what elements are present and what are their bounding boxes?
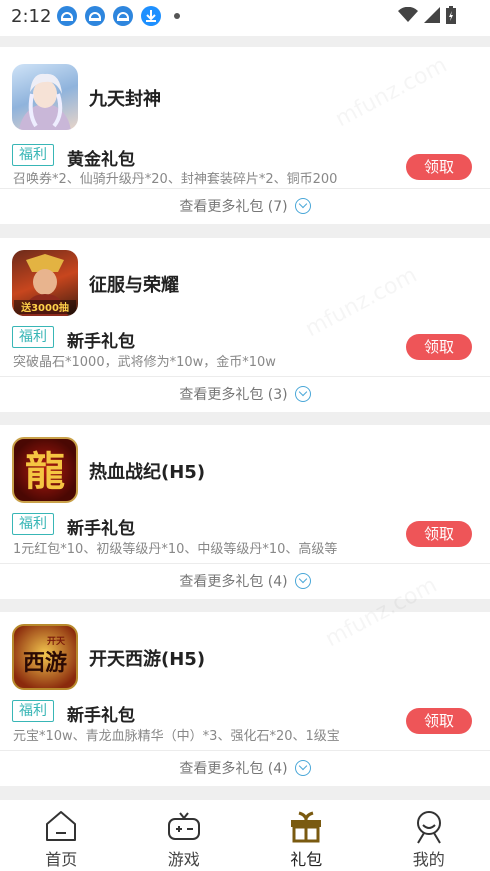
status-bar: 2:12 [0, 0, 490, 36]
gift-title: 新手礼包 [67, 332, 135, 352]
game-name[interactable]: 征服与荣耀 [89, 271, 179, 297]
game-name[interactable]: 开天西游(H5) [89, 645, 205, 671]
gift-card: 龍 热血战纪(H5) 福利 新手礼包 1元红包*10、初级等级丹*10、中级等级… [0, 425, 490, 599]
more-gifts-label: 查看更多礼包 (7) [179, 199, 288, 215]
icon-badge-text: 送3000抽 [20, 301, 69, 314]
more-gifts-link[interactable]: 查看更多礼包 (7) [0, 188, 490, 224]
more-gifts-link[interactable]: 查看更多礼包 (4) [0, 563, 490, 599]
wifi-icon [398, 7, 418, 22]
user-icon [416, 811, 441, 844]
gift-description: 元宝*10w、青龙血脉精华（中）*3、强化石*20、1级宝 [13, 729, 340, 744]
cloud-notification-icon [113, 6, 133, 26]
more-notifications-dot [174, 13, 180, 19]
more-gifts-label: 查看更多礼包 (4) [179, 761, 288, 777]
gift-card: 开天 西游 开天西游(H5) 福利 新手礼包 元宝*10w、青龙血脉精华（中）*… [0, 612, 490, 786]
game-icon[interactable]: 龍 [12, 437, 78, 503]
gift-title: 黄金礼包 [67, 150, 135, 170]
tab-home-label: 首页 [45, 850, 78, 869]
gamepad-icon [167, 812, 200, 840]
more-gifts-label: 查看更多礼包 (4) [179, 574, 288, 590]
claim-button[interactable]: 领取 [406, 154, 472, 180]
cloud-notification-icon [57, 6, 77, 26]
gift-tag: 福利 [12, 700, 54, 722]
gift-card: 九天封神 福利 黄金礼包 召唤券*2、仙骑升级丹*20、封神套装碎片*2、铜币2… [0, 47, 490, 224]
tab-gifts[interactable]: 礼包 [245, 800, 368, 871]
system-icons [398, 6, 456, 24]
game-icon[interactable] [12, 64, 78, 130]
claim-button[interactable]: 领取 [406, 334, 472, 360]
tab-profile[interactable]: 我的 [368, 800, 490, 871]
gift-tag: 福利 [12, 513, 54, 535]
gift-icon [291, 811, 322, 843]
game-name[interactable]: 热血战纪(H5) [89, 458, 205, 484]
gift-tag: 福利 [12, 326, 54, 348]
claim-button[interactable]: 领取 [406, 521, 472, 547]
home-icon [46, 811, 77, 841]
battery-icon [446, 6, 456, 24]
more-gifts-label: 查看更多礼包 (3) [179, 387, 288, 403]
game-icon[interactable]: 开天 西游 [12, 624, 78, 690]
tab-profile-label: 我的 [412, 850, 445, 869]
chevron-down-icon [294, 573, 311, 589]
gift-title: 新手礼包 [67, 706, 135, 726]
tab-games-label: 游戏 [167, 850, 200, 869]
icon-glyph: 西游 [23, 650, 67, 676]
bottom-tab-bar: 首页 游戏 礼包 我的 [0, 800, 490, 871]
gift-card: 送3000抽 征服与荣耀 福利 新手礼包 突破晶石*1000，武将修为*10w，… [0, 238, 490, 412]
more-gifts-link[interactable]: 查看更多礼包 (3) [0, 376, 490, 412]
cloud-notification-icon [85, 6, 105, 26]
gift-title: 新手礼包 [67, 519, 135, 539]
gift-description: 1元红包*10、初级等级丹*10、中级等级丹*10、高级等 [13, 542, 338, 557]
icon-glyph: 龍 [25, 448, 65, 495]
gift-tag: 福利 [12, 144, 54, 166]
chevron-down-icon [294, 198, 311, 214]
tab-home[interactable]: 首页 [0, 800, 123, 871]
notification-icons [56, 5, 180, 27]
gift-description: 突破晶石*1000，武将修为*10w，金币*10w [13, 355, 276, 370]
tab-gifts-label: 礼包 [290, 850, 323, 869]
game-icon[interactable]: 送3000抽 [12, 250, 78, 316]
status-time: 2:12 [11, 6, 52, 27]
more-gifts-link[interactable]: 查看更多礼包 (4) [0, 750, 490, 786]
game-name[interactable]: 九天封神 [89, 85, 161, 111]
tab-games[interactable]: 游戏 [123, 800, 246, 871]
claim-button[interactable]: 领取 [406, 708, 472, 734]
chevron-down-icon [294, 760, 311, 776]
chevron-down-icon [294, 386, 311, 402]
gift-description: 召唤券*2、仙骑升级丹*20、封神套装碎片*2、铜币200 [13, 172, 338, 187]
signal-icon [424, 7, 440, 23]
download-icon [141, 6, 161, 26]
icon-small-text: 开天 [47, 636, 66, 647]
